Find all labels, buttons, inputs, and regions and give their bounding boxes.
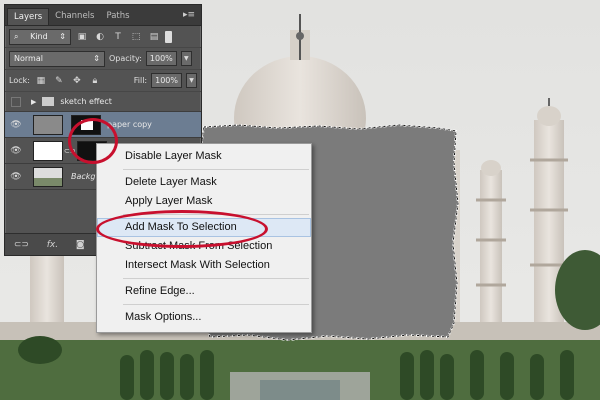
updown-icon: ⇕	[93, 53, 100, 63]
expand-arrow-icon[interactable]: ▶	[31, 98, 36, 106]
blend-mode-label: Normal	[14, 53, 43, 63]
fill-field[interactable]: 100%	[151, 73, 182, 88]
link-layers-icon[interactable]: ⊂⊃	[14, 240, 29, 250]
filter-toggle-icon[interactable]	[165, 30, 172, 43]
lock-row: Lock: ▦ ✎ ✥ 🔒︎ Fill: 100% ▼	[5, 70, 201, 92]
lock-image-icon[interactable]: ✎	[52, 74, 66, 88]
fill-label: Fill:	[133, 76, 148, 85]
menu-item-mask-options[interactable]: Mask Options...	[97, 308, 311, 327]
blend-row: Normal ⇕ Opacity: 100% ▼	[5, 48, 201, 70]
menu-separator	[123, 278, 309, 279]
add-mask-icon[interactable]: ◙	[76, 240, 85, 250]
menu-item-apply-layer-mask[interactable]: Apply Layer Mask	[97, 192, 311, 211]
tab-channels[interactable]: Channels	[49, 8, 100, 25]
layer-thumbnail	[33, 166, 63, 187]
layer-paper-copy[interactable]: 👁︎ paper copy	[5, 112, 201, 138]
tab-paths[interactable]: Paths	[100, 8, 135, 25]
panel-tab-bar: Layers Channels Paths ▸≡	[5, 5, 201, 26]
smart-object-filter-icon[interactable]: ▤	[147, 30, 161, 44]
pixel-filter-icon[interactable]: ▣	[75, 30, 89, 44]
filter-kind-label: Kind	[30, 31, 48, 41]
opacity-label: Opacity:	[109, 54, 142, 63]
menu-item-refine-edge[interactable]: Refine Edge...	[97, 282, 311, 301]
layer-group-sketch-effect[interactable]: ▶ sketch effect	[5, 92, 201, 112]
eye-icon[interactable]: 👁︎	[5, 146, 27, 156]
lock-all-icon[interactable]: 🔒︎	[88, 74, 102, 88]
menu-item-subtract-mask-from-selection[interactable]: Subtract Mask From Selection	[97, 237, 311, 256]
layer-thumbnail	[33, 114, 63, 135]
filter-kind-dropdown[interactable]: ⌕ Kind ⇕	[9, 28, 71, 45]
mask-context-menu: Disable Layer Mask Delete Layer Mask App…	[96, 143, 312, 333]
folder-icon	[42, 97, 55, 106]
menu-item-disable-layer-mask[interactable]: Disable Layer Mask	[97, 147, 311, 166]
updown-icon: ⇕	[59, 31, 66, 41]
fx-icon[interactable]: fx.	[47, 240, 58, 250]
menu-separator	[123, 214, 309, 215]
lock-transparent-icon[interactable]: ▦	[34, 74, 48, 88]
adjustment-filter-icon[interactable]: ◐	[93, 30, 107, 44]
menu-separator	[123, 169, 309, 170]
filter-row: ⌕ Kind ⇕ ▣ ◐ T ⬚ ▤	[5, 26, 201, 48]
visibility-off-icon[interactable]	[11, 96, 21, 107]
menu-item-delete-layer-mask[interactable]: Delete Layer Mask	[97, 173, 311, 192]
mask-shape	[81, 119, 93, 130]
layer-thumbnail	[33, 140, 63, 161]
type-filter-icon[interactable]: T	[111, 30, 125, 44]
menu-separator	[123, 304, 309, 305]
lock-position-icon[interactable]: ✥	[70, 74, 84, 88]
layer-mask-thumbnail[interactable]	[71, 114, 101, 135]
menu-item-add-mask-to-selection[interactable]: Add Mask To Selection	[97, 218, 311, 237]
opacity-arrow[interactable]: ▼	[180, 51, 192, 66]
menu-item-intersect-mask-with-selection[interactable]: Intersect Mask With Selection	[97, 256, 311, 275]
eye-icon[interactable]: 👁︎	[5, 120, 27, 130]
layer-name: Backg	[71, 172, 96, 181]
link-icon: ⊂⊃	[64, 146, 76, 155]
opacity-field[interactable]: 100%	[145, 51, 177, 66]
layer-name: paper copy	[107, 120, 152, 129]
tab-layers[interactable]: Layers	[7, 8, 50, 25]
shape-filter-icon[interactable]: ⬚	[129, 30, 143, 44]
fill-arrow[interactable]: ▼	[186, 73, 197, 88]
blend-mode-dropdown[interactable]: Normal ⇕	[9, 50, 105, 67]
lock-label: Lock:	[9, 76, 30, 85]
eye-icon[interactable]: 👁︎	[5, 172, 27, 182]
layer-name: sketch effect	[60, 97, 112, 106]
search-icon: ⌕	[14, 31, 19, 41]
panel-menu-icon[interactable]: ▸≡	[183, 10, 195, 20]
